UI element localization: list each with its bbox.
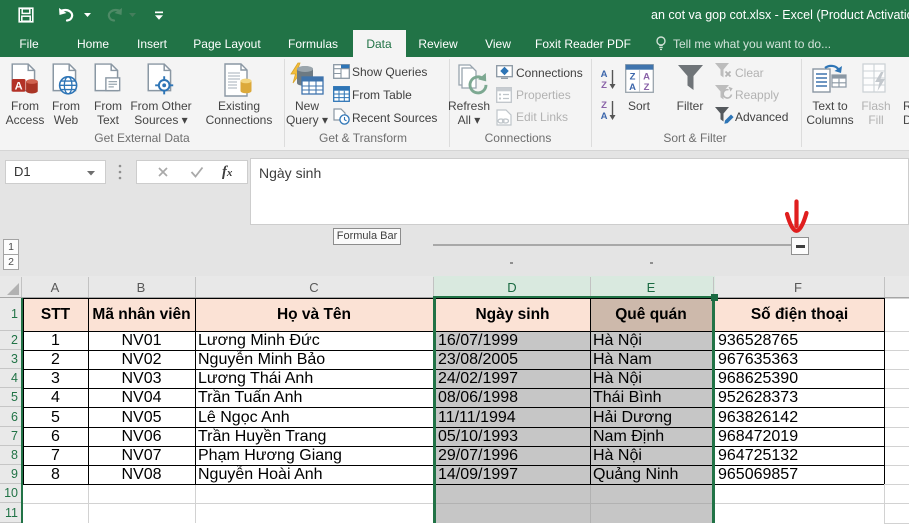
svg-text:A: A — [15, 81, 23, 93]
svg-text:Z: Z — [601, 80, 607, 91]
svg-text:A: A — [601, 69, 608, 80]
svg-text:A: A — [629, 82, 636, 93]
svg-text:A: A — [643, 72, 650, 83]
svg-text:Z: Z — [644, 82, 650, 93]
svg-text:Z: Z — [630, 72, 636, 83]
